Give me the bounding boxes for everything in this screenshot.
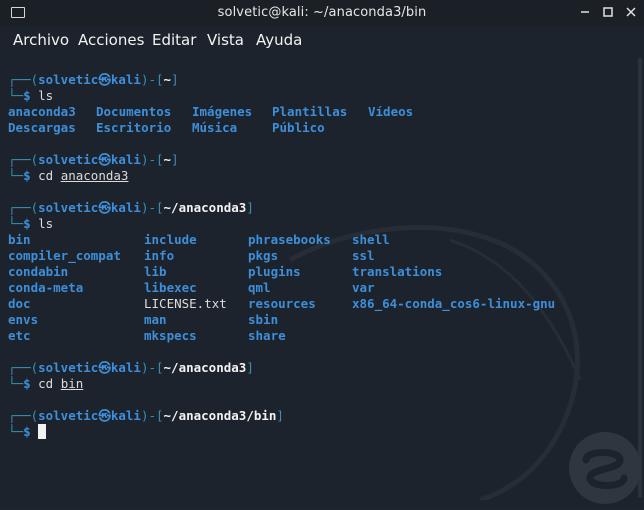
command-line: └─$ ls [8, 88, 54, 103]
list-item: lib [144, 264, 167, 279]
list-item: include [144, 232, 197, 247]
list-item: Descargas [8, 120, 76, 135]
list-item: x86_64-conda_cos6-linux-gnu [352, 296, 556, 311]
list-item: man [144, 312, 167, 327]
list-item: resources [248, 296, 316, 311]
list-item: Plantillas [272, 104, 348, 119]
title-bar: solvetic@kali: ~/anaconda3/bin [0, 0, 644, 26]
list-item: conda-meta [8, 280, 84, 295]
list-item: pkgs [248, 248, 279, 263]
list-item: etc [8, 328, 31, 343]
list-item: phrasebooks [248, 232, 331, 247]
command-line: └─$ cd anaconda3 [8, 168, 129, 183]
prompt-line: ┌──(solvetic㉿kali)-[~/anaconda3/bin] [8, 408, 284, 423]
list-item: ssl [352, 248, 375, 263]
list-item: Documentos [96, 104, 172, 119]
list-item: shell [352, 232, 390, 247]
list-item: plugins [248, 264, 301, 279]
prompt-line: ┌──(solvetic㉿kali)-[~] [8, 152, 179, 167]
menu-archivo[interactable]: Archivo [13, 31, 69, 49]
prompt-line: ┌──(solvetic㉿kali)-[~] [8, 72, 179, 87]
list-item: info [144, 248, 175, 263]
menu-vista[interactable]: Vista [207, 31, 244, 49]
menu-acciones[interactable]: Acciones [78, 31, 144, 49]
list-item: anaconda3 [8, 104, 76, 119]
prompt-line: ┌──(solvetic㉿kali)-[~/anaconda3] [8, 360, 254, 375]
list-item: Vídeos [368, 104, 414, 119]
list-item: translations [352, 264, 443, 279]
list-item: Público [272, 120, 325, 135]
menu-editar[interactable]: Editar [152, 31, 196, 49]
list-item: Escritorio [96, 120, 172, 135]
maximize-icon[interactable] [601, 5, 615, 19]
list-item: compiler_compat [8, 248, 121, 263]
menu-ayuda[interactable]: Ayuda [256, 31, 302, 49]
terminal-window: solvetic@kali: ~/anaconda3/bin Archivo A… [0, 0, 644, 508]
solvetic-logo-icon [569, 432, 641, 504]
command-line: └─$ ls [8, 216, 54, 231]
command-line: └─$ cd bin [8, 376, 84, 391]
menu-bar: Archivo Acciones Editar Vista Ayuda [0, 26, 644, 56]
list-item: envs [8, 312, 39, 327]
list-item: Imágenes [192, 104, 253, 119]
list-item: libexec [144, 280, 197, 295]
close-icon[interactable] [624, 5, 638, 19]
prompt-line: ┌──(solvetic㉿kali)-[~/anaconda3] [8, 200, 254, 215]
minimize-icon[interactable] [578, 5, 592, 19]
list-item: sbin [248, 312, 279, 327]
list-item: bin [8, 232, 31, 247]
list-item: qml [248, 280, 271, 295]
list-item: share [248, 328, 286, 343]
list-item: mkspecs [144, 328, 197, 343]
command-line[interactable]: └─$ [8, 424, 47, 440]
list-item: LICENSE.txt [144, 296, 227, 311]
text-cursor [38, 424, 47, 439]
window-title: solvetic@kali: ~/anaconda3/bin [217, 5, 427, 20]
list-item: condabin [8, 264, 69, 279]
list-item: Música [192, 120, 238, 135]
list-item: var [352, 280, 375, 295]
list-item: doc [8, 296, 31, 311]
